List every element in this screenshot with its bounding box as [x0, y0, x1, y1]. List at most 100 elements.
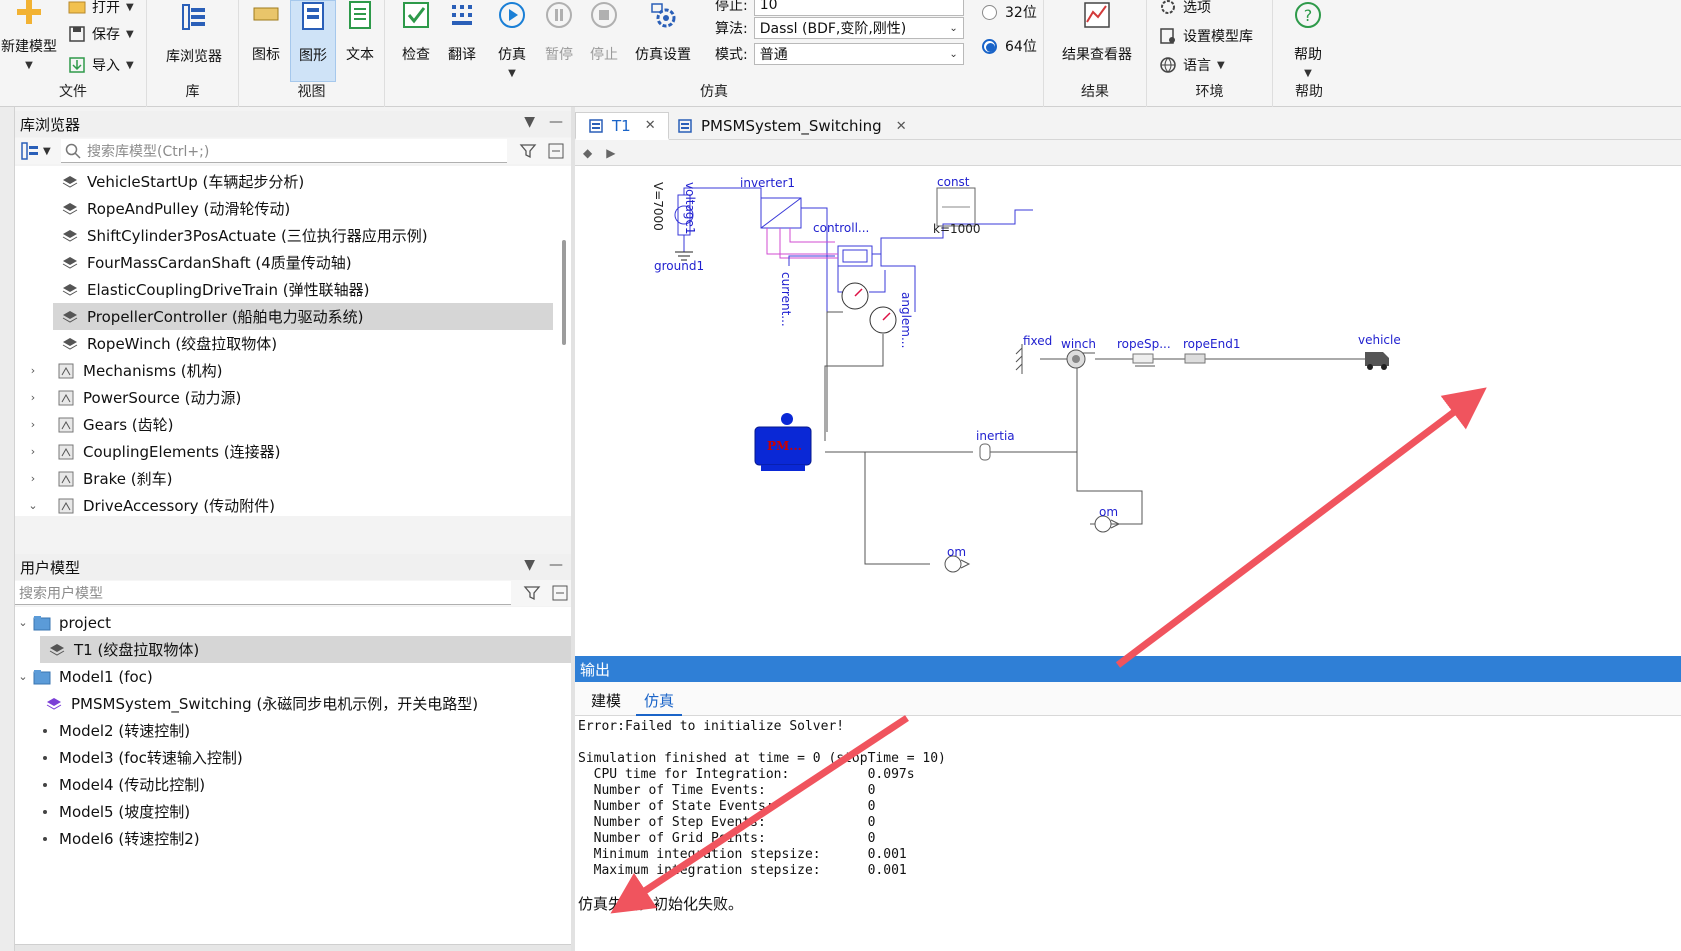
const-label: const: [937, 175, 970, 189]
stop-time-input[interactable]: 10: [753, 0, 964, 16]
pause-button[interactable]: 暂停: [537, 0, 581, 82]
bit32-radio[interactable]: 32位: [982, 2, 1037, 22]
package-icon: [58, 417, 74, 432]
library-package-item[interactable]: › Gears (齿轮): [15, 411, 571, 438]
rope-spring-block[interactable]: [1132, 353, 1154, 364]
simulate-button[interactable]: 仿真 ▼: [490, 0, 534, 82]
tab-simulation[interactable]: 仿真: [636, 690, 683, 716]
close-icon[interactable]: ✕: [896, 119, 907, 134]
library-package-item[interactable]: › PowerSource (动力源): [15, 384, 571, 411]
library-model-item[interactable]: ElasticCouplingDriveTrain (弹性联轴器): [53, 276, 553, 303]
library-package-item[interactable]: › Mechanisms (机构): [15, 357, 571, 384]
collapse-all-icon[interactable]: [547, 142, 565, 160]
output-log-line: Maximum integration stepsize: 0.001: [578, 863, 907, 878]
tab-pmsmsystem-switching[interactable]: PMSMSystem_Switching ✕: [665, 112, 919, 140]
library-model-item[interactable]: VehicleStartUp (车辆起步分析): [53, 168, 553, 195]
open-button[interactable]: 打开 ▼: [68, 0, 134, 17]
user-model-item[interactable]: PMSMSystem_Switching (永磁同步电机示例，开关电路型): [15, 690, 571, 717]
library-model-item[interactable]: RopeAndPulley (动滑轮传动): [53, 195, 553, 222]
sim-settings-button[interactable]: 仿真设置: [630, 0, 696, 82]
save-button[interactable]: 保存 ▼: [68, 24, 134, 44]
set-model-lib-button[interactable]: 设置模型库: [1159, 26, 1253, 46]
collapse-all-icon[interactable]: [551, 584, 569, 602]
library-browser-button[interactable]: 库浏览器: [164, 0, 224, 82]
user-model-item[interactable]: Model6 (转速控制2): [15, 825, 571, 852]
bit64-radio[interactable]: 64位: [982, 36, 1037, 56]
model-layers-icon: [62, 283, 78, 296]
folder-icon: [33, 669, 51, 684]
chevron-right-icon[interactable]: ›: [27, 391, 39, 404]
library-view-mode-button[interactable]: ▼: [15, 142, 61, 160]
chevron-right-icon[interactable]: ›: [27, 472, 39, 485]
vehicle-block[interactable]: [1365, 352, 1389, 366]
mode-select[interactable]: 普通 ⌄: [753, 43, 964, 65]
tab-t1[interactable]: T1 ✕: [575, 112, 669, 140]
result-viewer-button[interactable]: 结果查看器: [1058, 0, 1136, 82]
library-scrollbar[interactable]: [562, 240, 566, 345]
rope-end-block[interactable]: [1184, 353, 1206, 364]
text-view-button[interactable]: 文本: [338, 0, 382, 82]
side-dock-strip[interactable]: [0, 107, 15, 951]
tab-modeling[interactable]: 建模: [583, 690, 629, 716]
library-panel-header: 库浏览器 ▼ —: [15, 111, 571, 137]
inertia-block[interactable]: [979, 443, 991, 461]
editor-tab-bar: T1 ✕ PMSMSystem_Switching ✕: [575, 112, 1681, 140]
library-model-item[interactable]: PropellerController (船舶电力驱动系统): [53, 303, 553, 330]
check-button[interactable]: 检查: [394, 0, 438, 82]
library-package-item[interactable]: ⌄ DriveAccessory (传动附件): [15, 492, 571, 516]
user-search-input[interactable]: 搜索用户模型: [15, 581, 511, 605]
tree-item-label: FourMassCardanShaft (4质量传动轴): [87, 254, 352, 272]
user-model-item[interactable]: Model2 (转速控制): [15, 717, 571, 744]
user-package-item[interactable]: ⌄ project: [15, 609, 571, 636]
library-model-item[interactable]: RopeWinch (绞盘拉取物体): [53, 330, 553, 357]
chevron-down-icon[interactable]: ⌄: [27, 499, 39, 512]
chevron-down-icon: ▼: [25, 60, 33, 71]
angle-sensor-label: anglem...: [899, 292, 913, 349]
library-model-item[interactable]: ShiftCylinder3PosActuate (三位执行器应用示例): [53, 222, 553, 249]
library-package-item[interactable]: › CouplingElements (连接器): [15, 438, 571, 465]
algorithm-select[interactable]: Dassl (BDF,变阶,刚性) ⌄: [753, 17, 964, 39]
library-model-item[interactable]: FourMassCardanShaft (4质量传动轴): [53, 249, 553, 276]
stop-button[interactable]: 停止: [582, 0, 626, 82]
user-model-item[interactable]: Model5 (坡度控制): [15, 798, 571, 825]
chevron-right-icon[interactable]: ›: [27, 445, 39, 458]
tree-item-label: RopeAndPulley (动滑轮传动): [87, 200, 291, 218]
library-search-input[interactable]: 搜索库模型(Ctrl+;): [61, 139, 507, 163]
chevron-right-icon[interactable]: ▶: [606, 146, 615, 160]
ribbon-group-result: 结果查看器 结果: [1044, 0, 1147, 107]
check-icon: [403, 2, 429, 28]
panel-menu-icon[interactable]: ▼: [524, 557, 535, 573]
help-button[interactable]: ? 帮助 ▼: [1285, 0, 1331, 82]
translate-button[interactable]: 翻译: [440, 0, 484, 82]
diagram-view-button[interactable]: 图形: [290, 0, 336, 82]
panel-menu-icon[interactable]: ▼: [524, 114, 535, 130]
icon-view-button[interactable]: 图标: [244, 0, 288, 82]
inertia-label: inertia: [976, 429, 1015, 443]
fixed-label: fixed: [1023, 334, 1053, 348]
diagram-canvas[interactable]: V=7000 voltage1 ground1 inverter1 contro…: [575, 166, 1681, 656]
options-button[interactable]: 选项: [1159, 0, 1211, 17]
panel-minimize-icon[interactable]: —: [549, 114, 563, 130]
chevron-down-icon[interactable]: ⌄: [17, 670, 29, 683]
user-package-item[interactable]: ⌄ Model1 (foc): [15, 663, 571, 690]
new-model-button[interactable]: 新建模型 ▼: [0, 0, 58, 82]
library-package-item[interactable]: › Brake (刹车): [15, 465, 571, 492]
filter-icon[interactable]: [519, 142, 537, 160]
filter-icon[interactable]: [523, 584, 541, 602]
user-model-item[interactable]: T1 (绞盘拉取物体): [40, 636, 571, 663]
language-button[interactable]: 语言 ▼: [1159, 55, 1225, 75]
import-button[interactable]: 导入 ▼: [68, 55, 134, 75]
user-model-item[interactable]: Model4 (传动比控制): [15, 771, 571, 798]
layers-icon[interactable]: ◆: [583, 146, 592, 160]
panel-minimize-icon[interactable]: —: [549, 557, 563, 573]
chevron-down-icon: ▼: [1304, 68, 1312, 79]
chevron-right-icon[interactable]: ›: [27, 418, 39, 431]
chevron-right-icon[interactable]: ›: [27, 364, 39, 377]
close-icon[interactable]: ✕: [645, 118, 656, 133]
tree-item-label: project: [59, 613, 112, 632]
package-icon: [58, 363, 74, 378]
user-model-item[interactable]: Model3 (foc转速输入控制): [15, 744, 571, 771]
chevron-down-icon[interactable]: ⌄: [17, 616, 29, 629]
vehicle-label: vehicle: [1358, 333, 1401, 347]
output-log[interactable]: Error:Failed to initialize Solver! Simula…: [575, 716, 1681, 951]
